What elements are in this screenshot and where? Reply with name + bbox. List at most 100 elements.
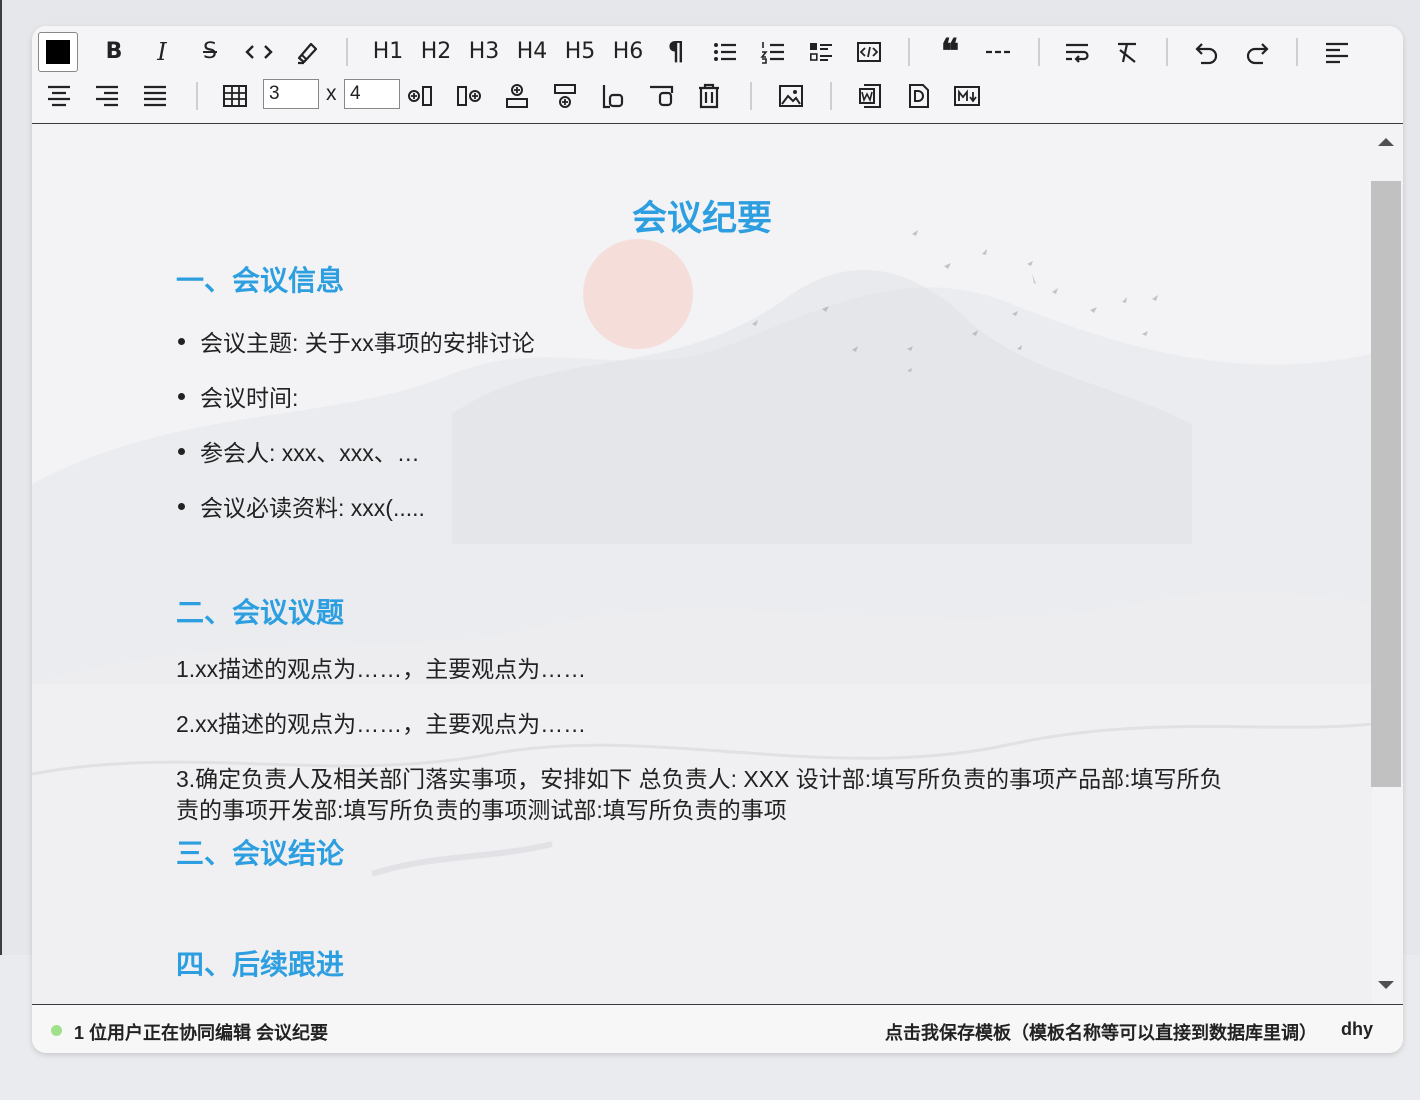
export-word-button[interactable]: [856, 78, 886, 114]
scroll-down-arrow-icon[interactable]: [1378, 981, 1394, 989]
landscape-background-image: [32, 230, 1372, 1004]
align-left-button[interactable]: [1322, 34, 1352, 70]
ordered-list-button[interactable]: [758, 34, 788, 70]
clear-format-icon: [1118, 42, 1136, 63]
table-icon: [223, 85, 247, 107]
toolbar-separator: [1038, 38, 1040, 66]
add-row-before-icon: [506, 84, 528, 108]
highlight-button[interactable]: [292, 34, 322, 70]
add-row-before-button[interactable]: [502, 78, 532, 114]
inline-code-button[interactable]: [242, 34, 276, 70]
table-rows-input[interactable]: [263, 79, 319, 109]
paragraph: 3.确定负责人及相关部门落实事项，安排如下 总负责人: XXX 设计部:填写所负…: [176, 766, 1223, 823]
collaboration-status: 1 位用户正在协同编辑 会议纪要: [74, 1023, 329, 1043]
h1-button[interactable]: H1: [370, 34, 406, 70]
online-status-icon: [51, 1025, 62, 1036]
h5-button[interactable]: H5: [562, 34, 598, 70]
paragraph: 2.xx描述的观点为……，主要观点为……: [176, 711, 587, 737]
trash-icon: [699, 83, 719, 109]
task-list-icon: [809, 43, 832, 61]
add-row-after-icon: [554, 84, 576, 108]
text-color-button[interactable]: [38, 32, 78, 72]
image-icon: [779, 85, 803, 107]
h2-button[interactable]: H2: [418, 34, 454, 70]
strikethrough-button[interactable]: S: [196, 34, 224, 70]
add-row-after-button[interactable]: [550, 78, 580, 114]
align-right-button[interactable]: [92, 78, 122, 114]
add-column-after-icon: [457, 86, 481, 106]
bold-button[interactable]: B: [100, 34, 128, 70]
times-label: x: [326, 82, 337, 105]
horizontal-rule-icon: [986, 50, 1010, 54]
align-right-icon: [96, 85, 118, 107]
bullet-list-icon: [714, 43, 736, 61]
hard-break-button[interactable]: [1062, 34, 1092, 70]
status-bar: 1 位用户正在协同编辑 会议纪要 点击我保存模板（模板名称等可以直接到数据库里调…: [32, 1004, 1403, 1053]
bullet: [178, 503, 185, 510]
align-center-button[interactable]: [44, 78, 74, 114]
document-title: 会议纪要: [631, 199, 772, 238]
scrollbar-thumb[interactable]: [1371, 181, 1401, 787]
save-template-link[interactable]: 点击我保存模板（模板名称等可以直接到数据库里调）: [885, 1019, 1317, 1045]
toolbar-separator: [346, 38, 348, 66]
insert-image-button[interactable]: [776, 78, 806, 114]
align-center-icon: [48, 85, 70, 107]
rich-text-editor: B I S H1 H2 H3 H4 H5 H6 ¶ ❝ 3 x 4 会议纪要 一…: [32, 26, 1403, 1053]
window-edge: [0, 0, 2, 1100]
toolbar-separator: [1166, 38, 1168, 66]
word-icon: [859, 84, 881, 108]
list-item: 参会人: xxx、xxx、…: [200, 440, 420, 466]
italic-button[interactable]: I: [148, 34, 176, 70]
align-justify-button[interactable]: [140, 78, 170, 114]
toolbar-separator: [908, 38, 910, 66]
ordered-list-icon: [760, 42, 784, 64]
delete-row-button[interactable]: [646, 78, 676, 114]
toolbar-separator: [196, 82, 198, 110]
h4-button[interactable]: H4: [514, 34, 550, 70]
redo-button[interactable]: [1242, 34, 1272, 70]
export-pdf-button[interactable]: [904, 78, 934, 114]
table-cols-input[interactable]: [344, 79, 400, 109]
bullet: [178, 338, 185, 345]
blockquote-button[interactable]: ❝: [934, 34, 966, 70]
h6-button[interactable]: H6: [610, 34, 646, 70]
code-block-icon: [857, 42, 881, 62]
text-wrap-icon: [1066, 43, 1089, 63]
section-heading-followup: 四、后续跟进: [176, 949, 345, 980]
marker-icon: [297, 42, 318, 65]
paragraph-button[interactable]: ¶: [662, 34, 690, 70]
list-item: 会议主题: 关于xx事项的安排讨论: [200, 330, 535, 356]
section-heading-info: 一、会议信息: [176, 265, 345, 296]
current-user: dhy: [1341, 1019, 1374, 1039]
horizontal-rule-button[interactable]: [982, 34, 1014, 70]
editor-toolbar: B I S H1 H2 H3 H4 H5 H6 ¶ ❝ 3 x 4: [32, 26, 1403, 124]
section-heading-conclusion: 三、会议结论: [176, 838, 345, 869]
toolbar-separator: [830, 82, 832, 110]
editor-content[interactable]: 会议纪要 一、会议信息 会议主题: 关于xx事项的安排讨论 会议时间: 参会人:…: [32, 124, 1403, 1004]
add-column-after-button[interactable]: [454, 78, 484, 114]
bullet-list-button[interactable]: [710, 34, 740, 70]
export-markdown-button[interactable]: [952, 78, 982, 114]
bullet: [178, 448, 185, 455]
bullet: [178, 393, 185, 400]
undo-button[interactable]: [1192, 34, 1222, 70]
add-column-before-button[interactable]: [406, 78, 436, 114]
pdf-icon: [909, 84, 929, 108]
insert-table-button[interactable]: [220, 78, 250, 114]
scroll-up-arrow-icon[interactable]: [1378, 138, 1394, 146]
align-left-icon: [1326, 42, 1348, 64]
toolbar-separator: [1296, 38, 1298, 66]
inline-code-icon: [245, 45, 273, 59]
markdown-icon: [954, 86, 980, 106]
code-block-button[interactable]: [854, 34, 884, 70]
paragraph: 1.xx描述的观点为……，主要观点为……: [176, 656, 587, 682]
delete-column-icon: [602, 85, 624, 109]
list-item: 会议时间:: [200, 385, 299, 411]
delete-column-button[interactable]: [598, 78, 628, 114]
clear-format-button[interactable]: [1112, 34, 1142, 70]
toolbar-separator: [750, 82, 752, 110]
task-list-button[interactable]: [806, 34, 836, 70]
delete-table-button[interactable]: [694, 78, 724, 114]
h3-button[interactable]: H3: [466, 34, 502, 70]
color-swatch-icon: [46, 40, 70, 64]
